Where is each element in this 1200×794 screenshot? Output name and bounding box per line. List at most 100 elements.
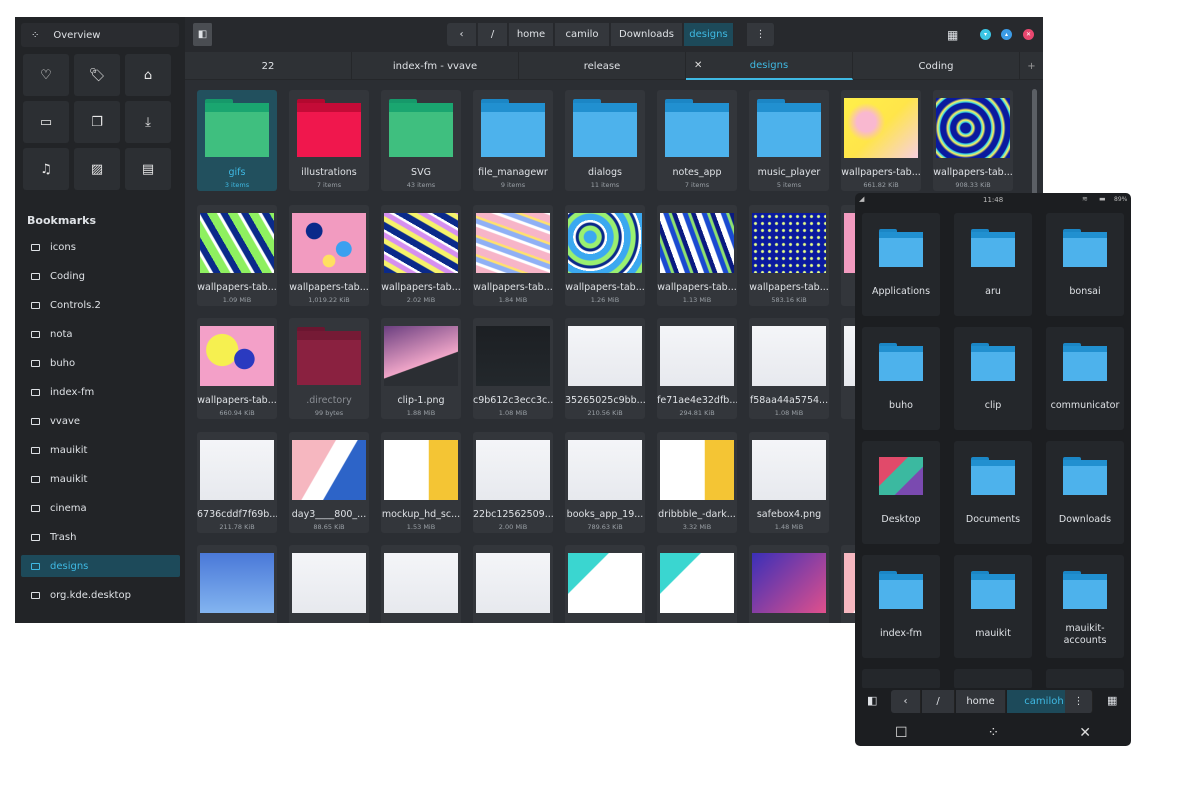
heart-place-button[interactable]: ♡	[23, 54, 69, 96]
breadcrumb-root[interactable]: /	[922, 690, 955, 713]
folder-item[interactable]: file_managewr 9 items	[473, 90, 553, 191]
folder-item[interactable]: dialogs 11 items	[565, 90, 645, 191]
sidebar-item-buho[interactable]: buho	[21, 352, 180, 374]
sidebar-item-icons[interactable]: icons	[21, 236, 180, 258]
folder-item[interactable]: SVG 43 items	[381, 90, 461, 191]
breadcrumb-root[interactable]: /	[478, 23, 508, 46]
file-item[interactable]	[473, 545, 553, 623]
add-tab-button[interactable]: +	[1020, 52, 1043, 80]
breadcrumb-home[interactable]: home	[509, 23, 554, 46]
folder-item[interactable]: illustrations 7 items	[289, 90, 369, 191]
file-item[interactable]: books_app_19... 789.63 KiB	[565, 432, 645, 533]
breadcrumb-home[interactable]: home	[956, 690, 1006, 713]
sidebar-item-coding[interactable]: Coding	[21, 265, 180, 287]
folder-item[interactable]: aru	[954, 213, 1032, 316]
file-item[interactable]: 22bc12562509... 2.00 MiB	[473, 432, 553, 533]
music-place-button[interactable]: ♫	[23, 148, 69, 190]
sidebar-item-designs[interactable]: designs	[21, 555, 180, 577]
overview-button[interactable]: ⁘ Overview	[21, 23, 179, 47]
file-item[interactable]	[197, 545, 277, 623]
downloads-place-button[interactable]: ⤓	[125, 101, 171, 143]
file-item[interactable]: day3____800_... 88.65 KiB	[289, 432, 369, 533]
close-button[interactable]: ✕	[1023, 29, 1034, 40]
sidebar-toggle-icon[interactable]: ◧	[193, 23, 213, 46]
sidebar-toggle-icon[interactable]: ◧	[867, 694, 877, 707]
desktop-place-button[interactable]: ▭	[23, 101, 69, 143]
file-item[interactable]	[289, 545, 369, 623]
file-item[interactable]: clip-1.png 1.88 MiB	[381, 318, 461, 419]
file-item[interactable]: safebox4.png 1.48 MiB	[749, 432, 829, 533]
sidebar-item-vvave[interactable]: vvave	[21, 410, 180, 432]
file-item[interactable]: fe71ae4e32dfb... 294.81 KiB	[657, 318, 737, 419]
folder-item[interactable]: mauikit-accounts	[1046, 555, 1124, 658]
file-item[interactable]: wallpapers-tab... 1.84 MiB	[473, 205, 553, 306]
close-icon[interactable]: ✕	[1079, 725, 1091, 741]
file-item[interactable]: wallpapers-tab... 2.02 MiB	[381, 205, 461, 306]
folder-item[interactable]: mauikit	[954, 555, 1032, 658]
sidebar-item-mauikit[interactable]: mauikit	[21, 468, 180, 490]
file-item[interactable]	[565, 545, 645, 623]
file-item[interactable]: wallpapers-tab... 1.26 MiB	[565, 205, 645, 306]
sidebar-item-cinema[interactable]: cinema	[21, 497, 180, 519]
sidebar-item-index-fm[interactable]: index-fm	[21, 381, 180, 403]
square-icon[interactable]: ☐	[895, 725, 908, 741]
file-item[interactable]: f58aa44a5754... 1.08 MiB	[749, 318, 829, 419]
view-grid-icon[interactable]: ▦	[1107, 694, 1117, 707]
sidebar-item-trash[interactable]: Trash	[21, 526, 180, 548]
tab-22[interactable]: 22	[185, 52, 352, 80]
folder-item[interactable]: index-fm	[862, 555, 940, 658]
folder-item[interactable]: .directory 99 bytes	[289, 318, 369, 419]
folder-item[interactable]: clip	[954, 327, 1032, 430]
file-item[interactable]	[749, 545, 829, 623]
folder-item[interactable]: notes_app 7 items	[657, 90, 737, 191]
folder-item[interactable]: Downloads	[1046, 441, 1124, 544]
sidebar-item-nota[interactable]: nota	[21, 323, 180, 345]
file-item[interactable]: wallpapers-tab... 1.09 MiB	[197, 205, 277, 306]
file-item[interactable]: wallpapers-tab... 583.16 KiB	[749, 205, 829, 306]
close-tab-icon[interactable]: ✕	[694, 60, 702, 71]
folder-item[interactable]: buho	[862, 327, 940, 430]
folder-item[interactable]: communicator	[1046, 327, 1124, 430]
tag-place-button[interactable]: 🏷	[74, 54, 120, 96]
folder-item[interactable]: Desktop	[862, 441, 940, 544]
breadcrumb-Downloads[interactable]: Downloads	[611, 23, 683, 46]
tab-designs[interactable]: ✕ designs	[686, 52, 853, 80]
folder-item[interactable]: Applications	[862, 213, 940, 316]
view-grid-icon[interactable]: ▦	[947, 28, 958, 42]
sidebar-item-org-kde-desktop[interactable]: org.kde.desktop	[21, 584, 180, 606]
file-item[interactable]: dribbble_-dark... 3.32 MiB	[657, 432, 737, 533]
folder-item[interactable]	[1046, 669, 1124, 689]
more-menu-button[interactable]: ⋮	[747, 23, 775, 46]
maximize-button[interactable]: ▴	[1001, 29, 1012, 40]
video-place-button[interactable]: ▤	[125, 148, 171, 190]
file-item[interactable]: wallpapers-tab... 908.33 KiB	[933, 90, 1013, 191]
file-item[interactable]: 35265025c9bb... 210.56 KiB	[565, 318, 645, 419]
file-item[interactable]: wallpapers-tab... 660.94 KiB	[197, 318, 277, 419]
tab-index-fm-vvave[interactable]: index-fm - vvave	[352, 52, 519, 80]
overview-icon[interactable]: ⁘	[988, 725, 1000, 741]
file-item[interactable]	[381, 545, 461, 623]
breadcrumb-designs[interactable]: designs	[684, 23, 734, 46]
sidebar-item-mauikit[interactable]: mauikit	[21, 439, 180, 461]
more-menu-button[interactable]: ⋮	[1065, 690, 1093, 713]
folder-item[interactable]: bonsai	[1046, 213, 1124, 316]
documents-place-button[interactable]: ❐	[74, 101, 120, 143]
breadcrumb-camilo[interactable]: camilo	[555, 23, 610, 46]
home-place-button[interactable]: ⌂	[125, 54, 171, 96]
folder-item[interactable]: Documents	[954, 441, 1032, 544]
sidebar-item-controls-2[interactable]: Controls.2	[21, 294, 180, 316]
file-item[interactable]: wallpapers-tab... 1,019.22 KiB	[289, 205, 369, 306]
back-button[interactable]: ‹	[447, 23, 477, 46]
folder-item[interactable]: music_player 5 items	[749, 90, 829, 191]
folder-item[interactable]	[862, 669, 940, 689]
file-item[interactable]: wallpapers-tab... 661.82 KiB	[841, 90, 921, 191]
folder-item[interactable]: gifs 3 items	[197, 90, 277, 191]
file-item[interactable]: wallpapers-tab... 1.13 MiB	[657, 205, 737, 306]
folder-item[interactable]	[954, 669, 1032, 689]
minimize-button[interactable]: ▾	[980, 29, 991, 40]
back-button[interactable]: ‹	[891, 690, 921, 713]
file-item[interactable]	[657, 545, 737, 623]
file-item[interactable]: c9b612c3ecc3c... 1.08 MiB	[473, 318, 553, 419]
tab-release[interactable]: release	[519, 52, 686, 80]
tab-coding[interactable]: Coding	[853, 52, 1020, 80]
